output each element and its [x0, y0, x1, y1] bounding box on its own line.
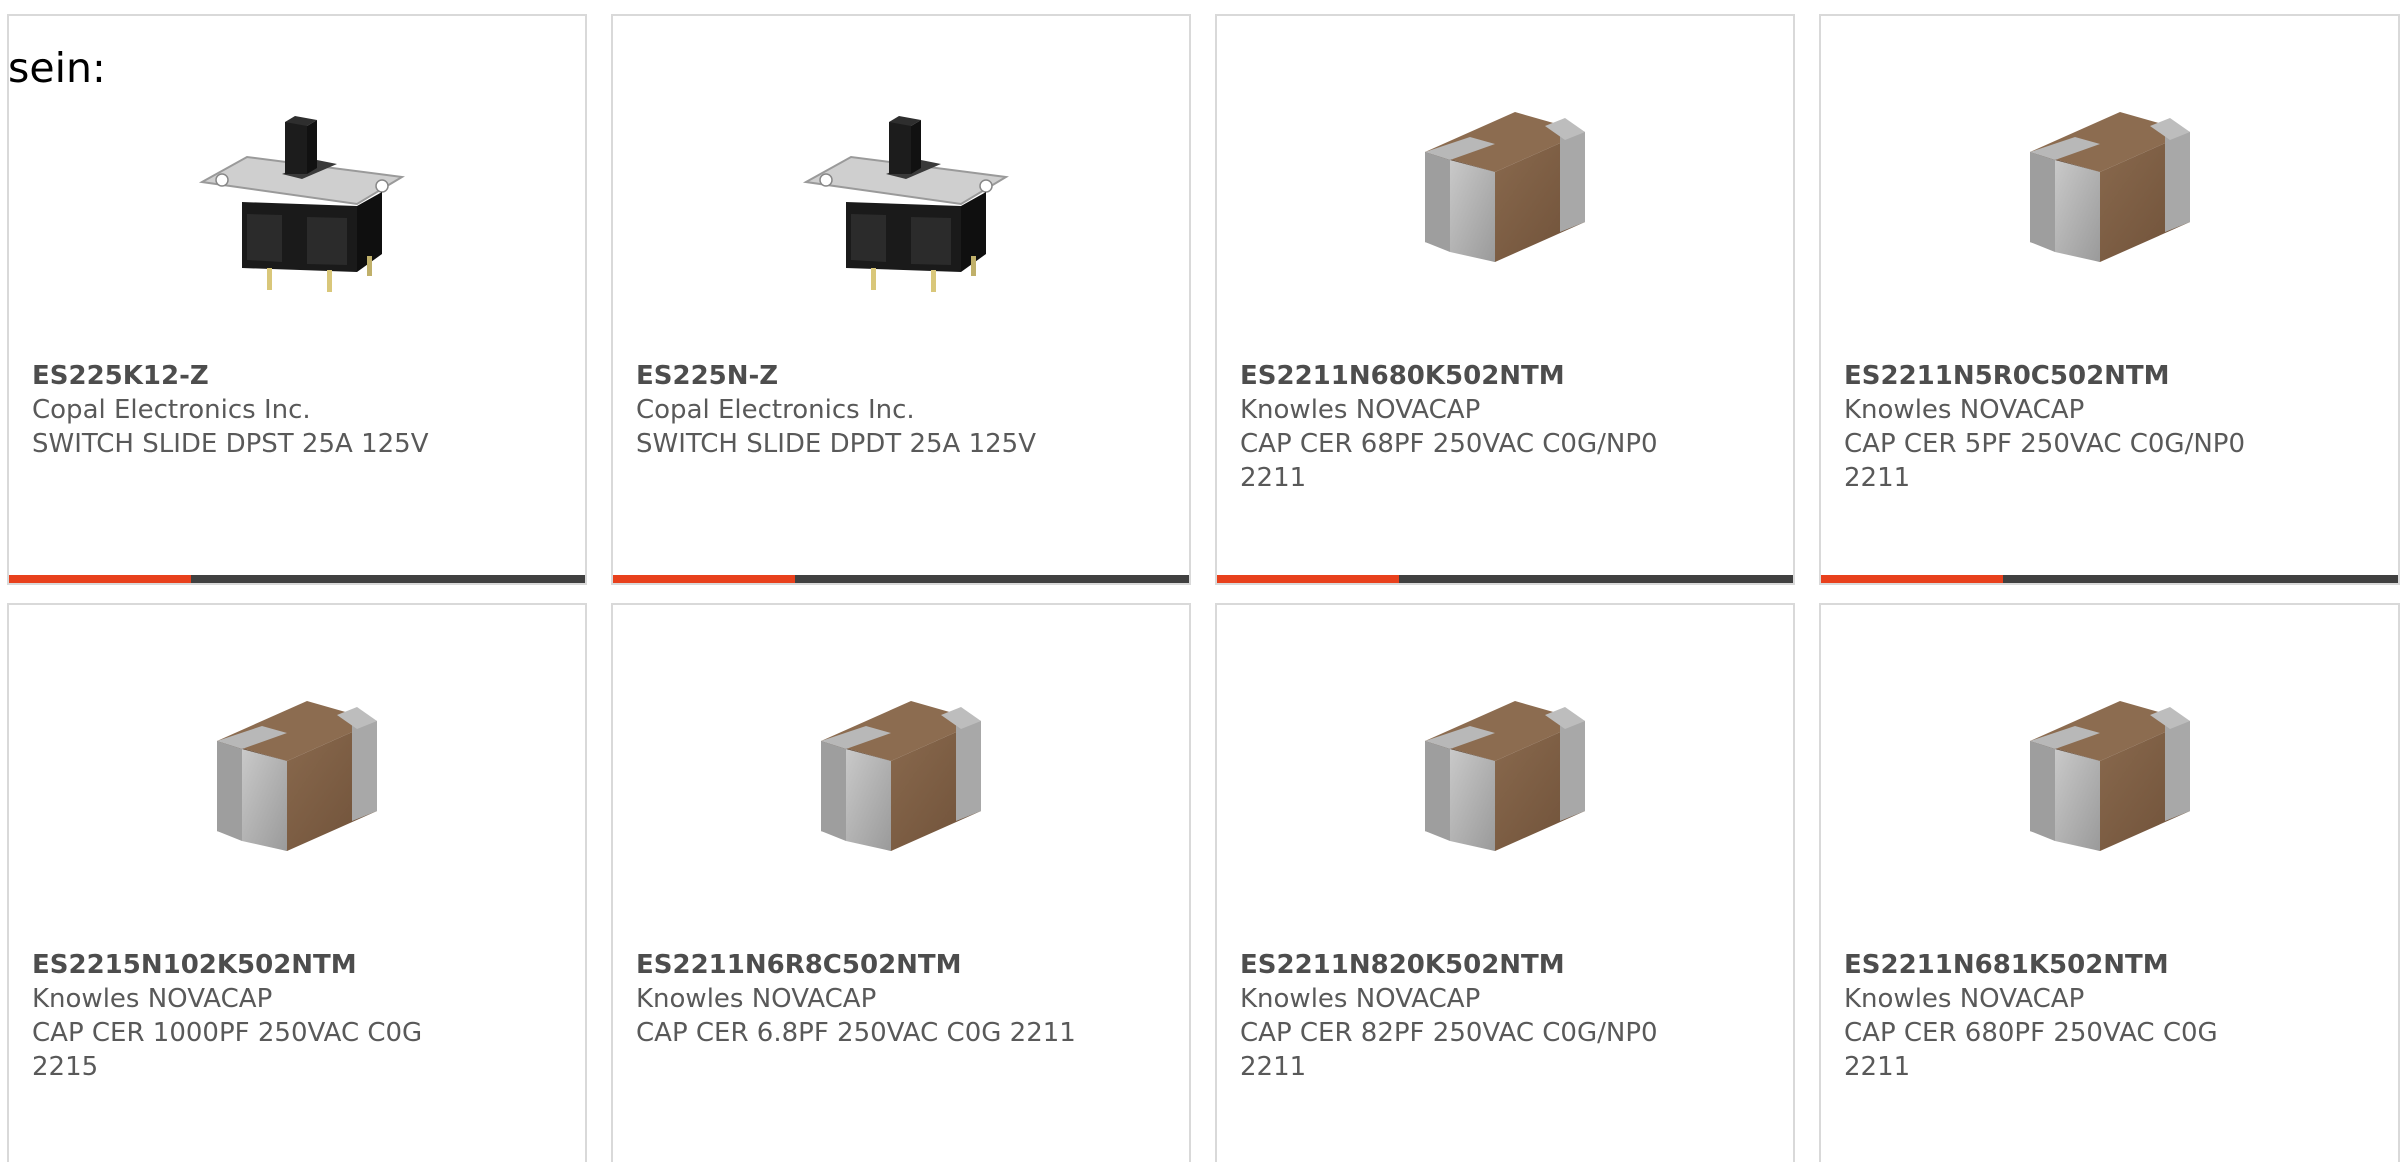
accent-bar: [613, 575, 795, 583]
product-description: CAP CER 680PF 250VAC C0G 2211: [1844, 1018, 2218, 1082]
product-info: ES2211N820K502NTM Knowles NOVACAP CAP CE…: [1240, 948, 1773, 1084]
product-info: ES2211N680K502NTM Knowles NOVACAP CAP CE…: [1240, 359, 1773, 495]
slide-switch-image[interactable]: [613, 82, 1189, 302]
part-number-link[interactable]: ES2211N680K502NTM: [1240, 359, 1773, 393]
product-card[interactable]: ES2211N681K502NTM Knowles NOVACAP CAP CE…: [1819, 603, 2400, 1162]
part-number-link[interactable]: ES225N-Z: [636, 359, 1169, 393]
product-card[interactable]: ES2211N6R8C502NTM Knowles NOVACAP CAP CE…: [611, 603, 1191, 1162]
ceramic-capacitor-image[interactable]: [1821, 671, 2398, 891]
product-card[interactable]: ES2211N820K502NTM Knowles NOVACAP CAP CE…: [1215, 603, 1795, 1162]
manufacturer: Copal Electronics Inc.: [32, 395, 311, 425]
card-footer-bar: [1217, 575, 1793, 583]
product-description: CAP CER 5PF 250VAC C0G/NP0 2211: [1844, 429, 2246, 493]
card-footer-bar: [1821, 575, 2398, 583]
accent-bar: [9, 575, 191, 583]
ceramic-capacitor-image[interactable]: [1217, 82, 1793, 302]
part-number-link[interactable]: ES2211N681K502NTM: [1844, 948, 2378, 982]
product-card[interactable]: ES2211N5R0C502NTM Knowles NOVACAP CAP CE…: [1819, 14, 2400, 585]
ceramic-capacitor-image[interactable]: [1821, 82, 2398, 302]
part-number-link[interactable]: ES225K12-Z: [32, 359, 565, 393]
accent-bar: [1217, 575, 1399, 583]
card-footer-bar: [613, 575, 1189, 583]
product-info: ES2211N6R8C502NTM Knowles NOVACAP CAP CE…: [636, 948, 1169, 1050]
intro-text: sein:: [8, 44, 106, 92]
manufacturer: Knowles NOVACAP: [1844, 984, 2085, 1014]
product-info: ES2215N102K502NTM Knowles NOVACAP CAP CE…: [32, 948, 565, 1084]
ceramic-capacitor-image[interactable]: [1217, 671, 1793, 891]
manufacturer: Knowles NOVACAP: [32, 984, 273, 1014]
manufacturer: Knowles NOVACAP: [1240, 395, 1481, 425]
part-number-link[interactable]: ES2215N102K502NTM: [32, 948, 565, 982]
ceramic-capacitor-image[interactable]: [613, 671, 1189, 891]
product-description: SWITCH SLIDE DPDT 25A 125V: [636, 429, 1036, 459]
slide-switch-image[interactable]: [9, 82, 585, 302]
ceramic-capacitor-image[interactable]: [9, 671, 585, 891]
product-info: ES2211N681K502NTM Knowles NOVACAP CAP CE…: [1844, 948, 2378, 1084]
product-card[interactable]: ES2215N102K502NTM Knowles NOVACAP CAP CE…: [7, 603, 587, 1162]
part-number-link[interactable]: ES2211N6R8C502NTM: [636, 948, 1169, 982]
product-info: ES225N-Z Copal Electronics Inc. SWITCH S…: [636, 359, 1169, 461]
product-info: ES225K12-Z Copal Electronics Inc. SWITCH…: [32, 359, 565, 461]
manufacturer: Knowles NOVACAP: [1240, 984, 1481, 1014]
part-number-link[interactable]: ES2211N820K502NTM: [1240, 948, 1773, 982]
product-card[interactable]: ES2211N680K502NTM Knowles NOVACAP CAP CE…: [1215, 14, 1795, 585]
product-description: CAP CER 1000PF 250VAC C0G 2215: [32, 1018, 423, 1082]
manufacturer: Knowles NOVACAP: [636, 984, 877, 1014]
part-number-link[interactable]: ES2211N5R0C502NTM: [1844, 359, 2378, 393]
accent-bar: [1821, 575, 2003, 583]
product-card[interactable]: ES225K12-Z Copal Electronics Inc. SWITCH…: [7, 14, 587, 585]
product-description: CAP CER 68PF 250VAC C0G/NP0 2211: [1240, 429, 1658, 493]
manufacturer: Copal Electronics Inc.: [636, 395, 915, 425]
product-results-page: sein: ES225K12-Z Copal Electronics Inc. …: [0, 0, 2400, 1162]
card-footer-bar: [9, 575, 585, 583]
product-info: ES2211N5R0C502NTM Knowles NOVACAP CAP CE…: [1844, 359, 2378, 495]
product-card[interactable]: ES225N-Z Copal Electronics Inc. SWITCH S…: [611, 14, 1191, 585]
product-description: CAP CER 6.8PF 250VAC C0G 2211: [636, 1018, 1076, 1048]
manufacturer: Knowles NOVACAP: [1844, 395, 2085, 425]
product-description: SWITCH SLIDE DPST 25A 125V: [32, 429, 429, 459]
product-description: CAP CER 82PF 250VAC C0G/NP0 2211: [1240, 1018, 1658, 1082]
